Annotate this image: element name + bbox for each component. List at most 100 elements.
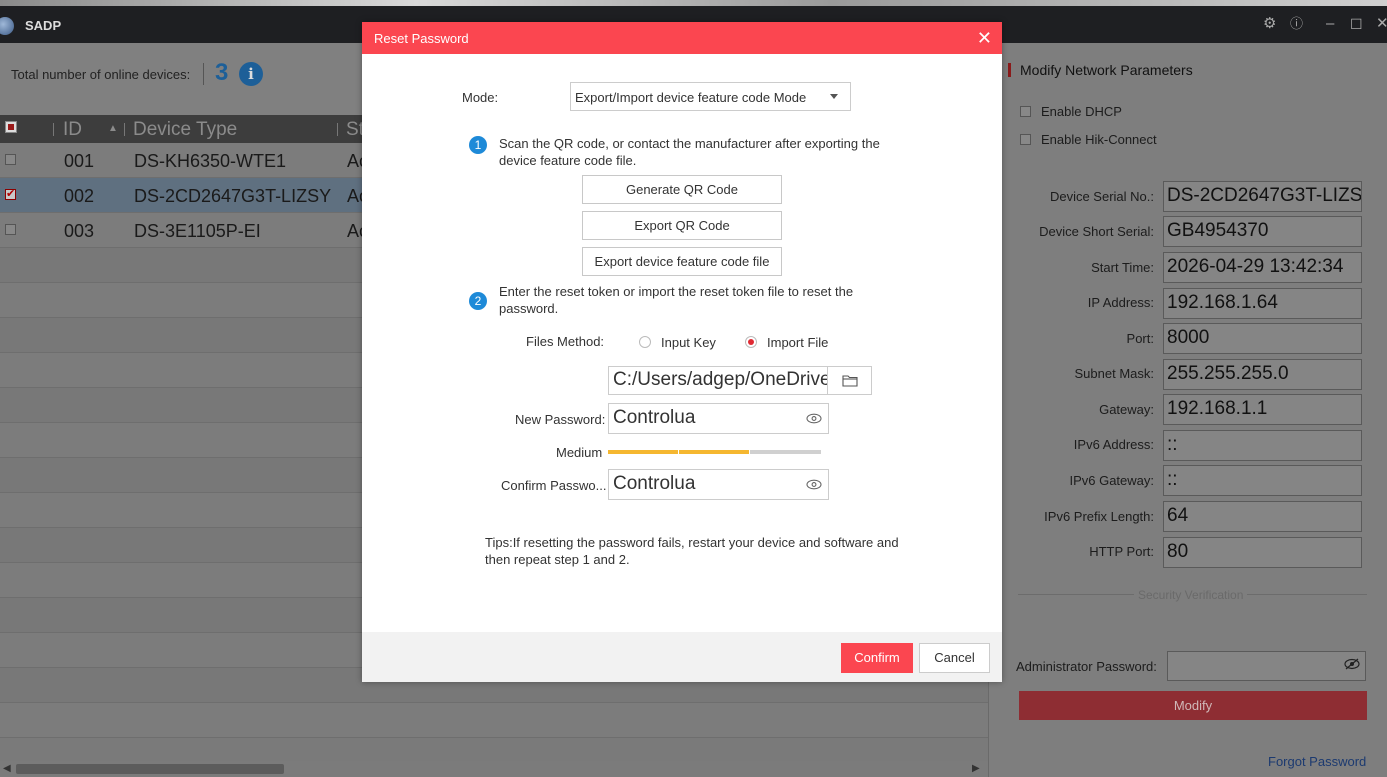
about-info-icon[interactable]: ⓘ — [1290, 15, 1303, 33]
app-title: SADP — [25, 18, 62, 33]
chevron-down-icon — [830, 94, 838, 99]
column-divider — [53, 123, 54, 136]
column-header-device-type[interactable]: Device Type — [133, 119, 237, 141]
ipv6-address-label: IPv6 Address: — [1073, 437, 1154, 452]
admin-password-input[interactable] — [1167, 651, 1366, 681]
scroll-right-arrow-icon[interactable]: ▶ — [972, 761, 980, 777]
dialog-title: Reset Password — [374, 31, 469, 46]
mode-selected-value: Export/Import device feature code Mode — [575, 90, 807, 105]
ip-address-field[interactable]: 192.168.1.64 — [1163, 288, 1362, 319]
eye-icon[interactable] — [806, 411, 822, 427]
checkbox-box[interactable] — [1020, 134, 1031, 145]
admin-password-label: Administrator Password: — [1016, 659, 1157, 674]
close-window-icon[interactable]: ✕ — [1376, 15, 1387, 33]
security-verification-label: Security Verification — [1134, 588, 1248, 602]
radio-dot-selected[interactable] — [745, 336, 757, 348]
sort-ascending-icon[interactable]: ▲ — [108, 123, 118, 134]
port-label: Port: — [1126, 331, 1154, 346]
ipv6-prefix-length-field[interactable]: 64 — [1163, 501, 1362, 532]
cancel-button[interactable]: Cancel — [919, 643, 990, 673]
row-checkbox[interactable] — [5, 187, 16, 200]
select-all-checkbox[interactable] — [5, 121, 17, 133]
subnet-mask-field[interactable]: 255.255.255.0 — [1163, 359, 1362, 390]
strength-segment-2 — [679, 450, 749, 454]
ipv6-gateway-label: IPv6 Gateway: — [1069, 473, 1154, 488]
row-device-type: DS-KH6350-WTE1 — [134, 151, 287, 171]
new-password-input[interactable]: Controlua — [608, 403, 829, 434]
scrollbar-thumb[interactable] — [16, 764, 284, 774]
eye-icon[interactable] — [806, 477, 822, 493]
new-password-label: New Password: — [515, 412, 606, 427]
hidden-eye-icon[interactable] — [1344, 657, 1360, 673]
http-port-field[interactable]: 80 — [1163, 537, 1362, 568]
modify-button[interactable]: Modify — [1019, 691, 1367, 720]
mode-dropdown[interactable]: Export/Import device feature code Mode — [570, 82, 851, 111]
row-device-type: DS-2CD2647G3T-LIZSY — [134, 186, 332, 206]
ipv6-gateway-field[interactable]: :: — [1163, 465, 1362, 496]
app-logo-icon — [0, 17, 14, 35]
start-time-field[interactable]: 2026-04-29 13:42:34 — [1163, 252, 1362, 283]
device-serial-label: Device Serial No.: — [1049, 189, 1154, 204]
device-short-serial-field[interactable]: GB4954370 — [1163, 216, 1362, 247]
row-id: 001 — [64, 151, 95, 171]
export-qr-code-button[interactable]: Export QR Code — [582, 211, 782, 240]
minimize-icon[interactable]: – — [1326, 15, 1334, 33]
horizontal-scrollbar[interactable]: ◀ ▶ — [0, 761, 988, 777]
enable-dhcp-label: Enable DHCP — [1041, 104, 1122, 119]
radio-input-key[interactable]: Input Key — [639, 335, 716, 350]
enable-dhcp-checkbox[interactable]: Enable DHCP — [1020, 104, 1122, 119]
step-1-text: Scan the QR code, or contact the manufac… — [499, 136, 880, 168]
import-file-label: Import File — [767, 335, 829, 350]
file-path-input[interactable]: C:/Users/adgep/OneDrive — [608, 366, 828, 395]
device-serial-field[interactable]: DS-2CD2647G3T-LIZSY — [1163, 181, 1362, 212]
forgot-password-link[interactable]: Forgot Password — [1268, 754, 1366, 769]
input-key-label: Input Key — [661, 335, 716, 350]
info-icon[interactable]: i — [239, 62, 263, 86]
strength-segment-1 — [608, 450, 678, 454]
row-id: 003 — [64, 221, 95, 241]
export-feature-code-button[interactable]: Export device feature code file — [582, 247, 782, 276]
port-field[interactable]: 8000 — [1163, 323, 1362, 354]
row-checkbox[interactable] — [5, 224, 16, 235]
step-1-badge: 1 — [469, 136, 487, 154]
row-device-type: DS-3E1105P-EI — [134, 221, 261, 241]
mode-label: Mode: — [462, 90, 499, 105]
confirm-password-value: Controlua — [613, 473, 696, 494]
password-strength-label: Medium — [556, 445, 603, 460]
tips-text: Tips:If resetting the password fails, re… — [485, 535, 899, 567]
step-2-badge: 2 — [469, 292, 487, 310]
settings-gear-icon[interactable]: ⚙ — [1263, 15, 1276, 33]
subnet-mask-label: Subnet Mask: — [1074, 366, 1155, 381]
files-method-label: Files Method: — [526, 334, 605, 349]
confirm-password-input[interactable]: Controlua — [608, 469, 829, 500]
column-header-id[interactable]: ID — [63, 119, 82, 141]
column-divider — [124, 123, 125, 136]
dialog-footer: Confirm Cancel — [362, 632, 1002, 682]
panel-title: Modify Network Parameters — [1008, 62, 1193, 78]
ip-address-label: IP Address: — [1087, 295, 1154, 310]
radio-dot[interactable] — [639, 336, 651, 348]
column-divider — [337, 123, 338, 136]
strength-segment-3 — [750, 450, 821, 454]
dialog-header: Reset Password ✕ — [362, 22, 1002, 54]
ipv6-address-field[interactable]: :: — [1163, 430, 1362, 461]
online-devices-label: Total number of online devices: — [11, 67, 191, 82]
row-id: 002 — [64, 186, 95, 206]
maximize-icon[interactable]: ☐ — [1350, 15, 1363, 33]
row-checkbox[interactable] — [5, 154, 16, 165]
reset-password-dialog: Reset Password ✕ Mode: Export/Import dev… — [362, 22, 1002, 682]
enable-hik-connect-checkbox[interactable]: Enable Hik-Connect — [1020, 132, 1157, 147]
confirm-button[interactable]: Confirm — [841, 643, 913, 673]
generate-qr-code-button[interactable]: Generate QR Code — [582, 175, 782, 204]
radio-import-file[interactable]: Import File — [745, 335, 828, 350]
http-port-label: HTTP Port: — [1089, 544, 1154, 559]
gateway-field[interactable]: 192.168.1.1 — [1163, 394, 1362, 425]
browse-folder-button[interactable] — [827, 366, 872, 395]
ipv6-prefix-length-label: IPv6 Prefix Length: — [1044, 509, 1154, 524]
close-icon[interactable]: ✕ — [977, 27, 992, 49]
enable-hik-connect-label: Enable Hik-Connect — [1041, 132, 1157, 147]
online-devices-count: 3 — [215, 59, 229, 86]
empty-row — [0, 703, 988, 738]
scroll-left-arrow-icon[interactable]: ◀ — [3, 761, 11, 777]
checkbox-box[interactable] — [1020, 106, 1031, 117]
